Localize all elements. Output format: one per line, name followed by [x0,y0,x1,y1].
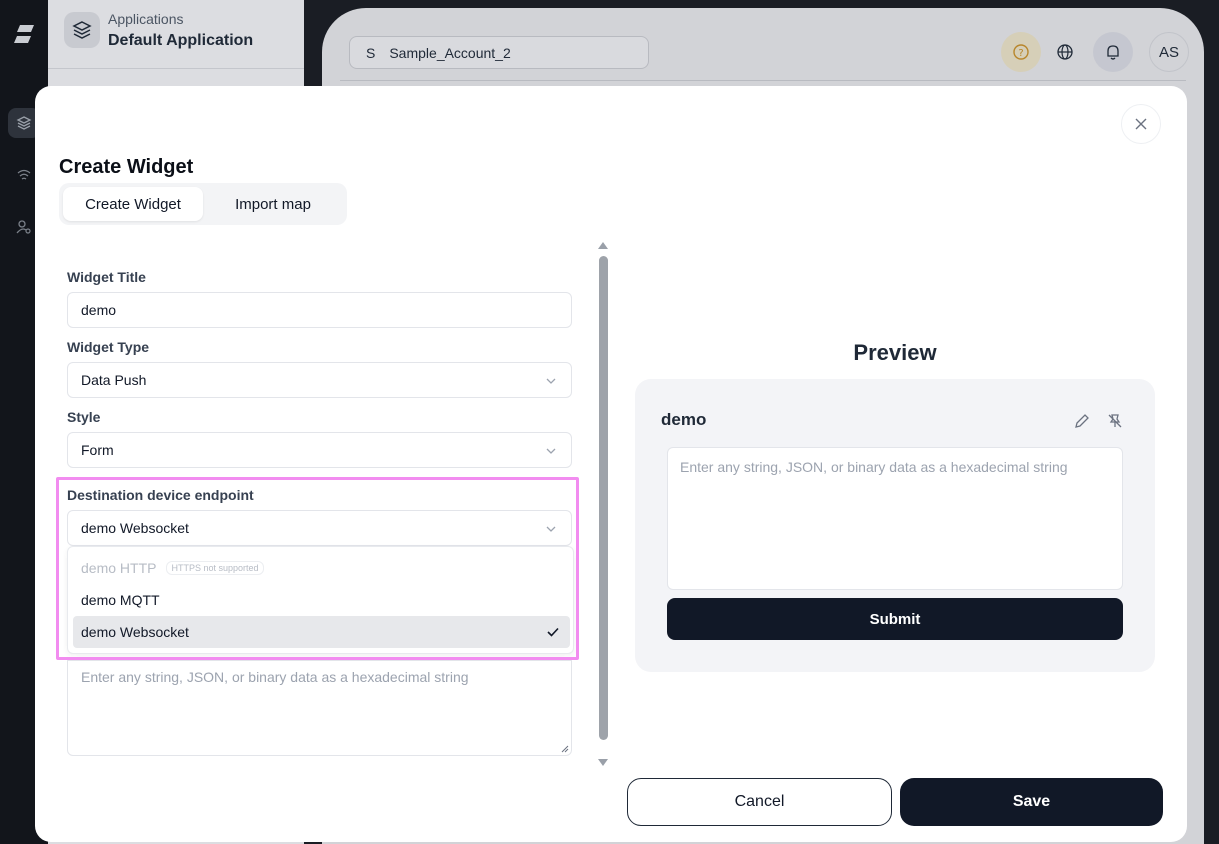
close-icon [1135,118,1147,130]
language-button[interactable] [1045,32,1085,72]
chevron-down-icon [546,378,556,384]
tab-import-map[interactable]: Import map [203,187,343,221]
application-name[interactable]: Default Application [108,32,253,50]
applications-label: Applications [108,11,184,27]
scroll-up-arrow-icon[interactable] [598,242,608,249]
style-select[interactable]: Form [67,432,572,468]
account-name: Sample_Account_2 [389,44,511,61]
user-avatar[interactable]: AS [1149,32,1189,72]
close-button[interactable] [1121,104,1161,144]
account-initial: S [366,44,376,61]
tab-create-widget[interactable]: Create Widget [63,187,203,221]
globe-icon [1057,44,1073,60]
bell-icon [1107,45,1119,60]
unpin-icon[interactable] [1106,412,1124,430]
preview-widget-name: demo [661,410,707,429]
preview-placeholder: Enter any string, JSON, or binary data a… [680,459,1068,475]
scroll-down-arrow-icon[interactable] [598,759,608,766]
widget-type-select[interactable]: Data Push [67,362,572,398]
tab-bar: Create Widget Import map [59,183,347,225]
header-divider [340,80,1186,81]
chevron-down-icon [546,448,556,454]
style-label: Style [67,409,101,425]
widget-type-label: Widget Type [67,339,150,355]
widget-title-input[interactable]: demo [67,292,572,328]
help-button[interactable]: ? [1001,32,1041,72]
help-icon: ? [1013,44,1029,60]
endpoint-highlight-box [56,477,579,660]
widget-title-value: demo [81,302,117,318]
style-value: Form [81,442,114,458]
preview-submit-button[interactable]: Submit [667,598,1123,640]
widget-type-value: Data Push [81,372,147,388]
layers-icon [64,12,100,48]
notifications-button[interactable] [1093,32,1133,72]
account-selector[interactable]: S Sample_Account_2 [349,36,649,69]
brand-logo-icon [14,25,34,43]
preview-heading: Preview [853,340,937,365]
preview-payload-textarea[interactable]: Enter any string, JSON, or binary data a… [667,447,1123,590]
save-button[interactable]: Save [900,778,1163,826]
svg-text:?: ? [1018,48,1023,59]
edit-pencil-icon[interactable] [1073,412,1091,430]
resize-handle-icon[interactable] [561,745,569,753]
scrollbar-thumb[interactable] [599,256,608,740]
widget-title-label: Widget Title [67,269,146,285]
modal-title: Create Widget [59,156,194,178]
payload-placeholder: Enter any string, JSON, or binary data a… [81,669,469,685]
payload-textarea[interactable]: Enter any string, JSON, or binary data a… [67,660,572,756]
cancel-button[interactable]: Cancel [627,778,892,826]
sidebar-divider [48,68,304,69]
